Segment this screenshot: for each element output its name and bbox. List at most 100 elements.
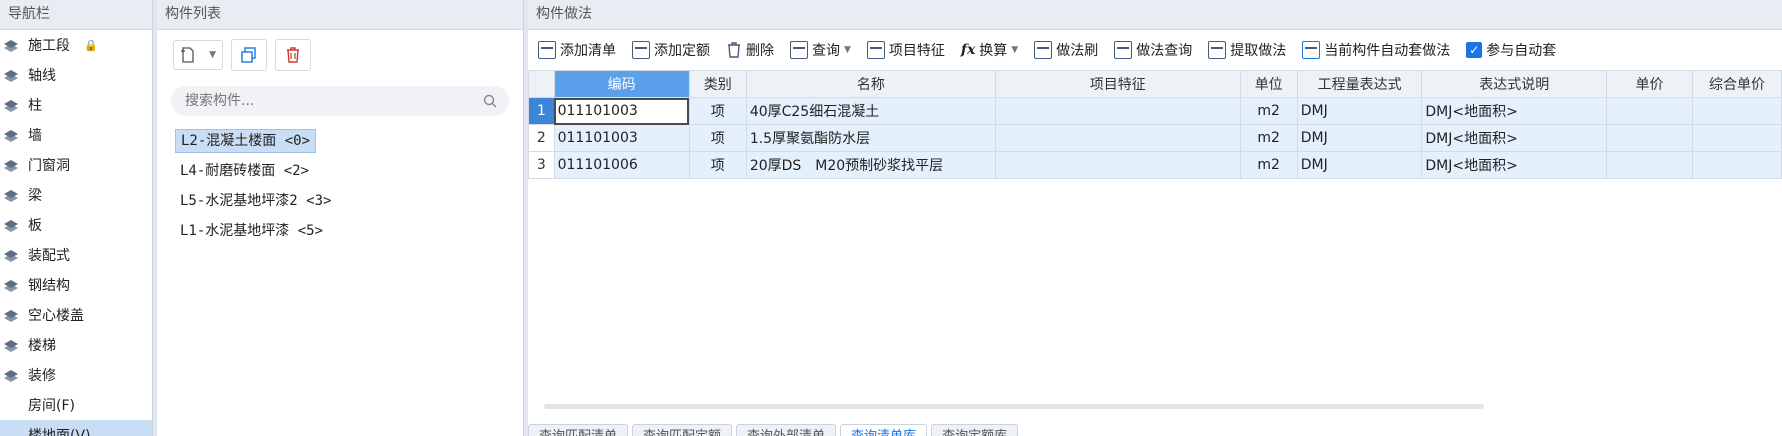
chevron-down-icon[interactable]: ▼ bbox=[209, 50, 216, 60]
chevron-down-icon[interactable]: ▼ bbox=[844, 45, 851, 55]
nav-item[interactable]: 门窗洞 bbox=[0, 150, 152, 180]
nav-item[interactable]: 房间(F) bbox=[0, 390, 152, 420]
nav-item[interactable]: 楼梯 bbox=[0, 330, 152, 360]
checkmark-icon[interactable]: ✓ bbox=[1466, 42, 1483, 58]
search-icon[interactable] bbox=[483, 94, 497, 108]
auto-apply-button[interactable]: 当前构件自动套做法 bbox=[1302, 40, 1450, 60]
component-list-item[interactable]: L1-水泥基地坪漆 <5> bbox=[157, 216, 523, 246]
cell-feature[interactable] bbox=[994, 97, 1241, 125]
cell-name[interactable]: 40厚C25细石混凝土 bbox=[745, 97, 996, 125]
copy-component-button[interactable] bbox=[231, 39, 267, 71]
cell-type[interactable]: 项 bbox=[688, 151, 747, 179]
column-header[interactable]: 项目特征 bbox=[994, 70, 1241, 98]
cell-total[interactable] bbox=[1691, 97, 1782, 125]
cell-type[interactable]: 项 bbox=[688, 124, 747, 152]
row-number[interactable]: 2 bbox=[528, 124, 555, 152]
table-row[interactable]: 1 011101003 项 40厚C25细石混凝土 m2 DMJ DMJ<地面积> bbox=[528, 97, 1782, 125]
column-header[interactable]: 工程量表达式 bbox=[1296, 70, 1423, 98]
hollow-floor-icon bbox=[2, 307, 20, 323]
column-header[interactable]: 表达式说明 bbox=[1421, 70, 1608, 98]
component-list-item[interactable]: L4-耐磨砖楼面 <2> bbox=[157, 156, 523, 186]
nav-item[interactable]: 楼地面(V) bbox=[0, 420, 152, 436]
item-feature-button[interactable]: 项目特征 bbox=[866, 40, 945, 60]
cell-expr[interactable]: DMJ bbox=[1296, 97, 1423, 125]
extract-method-button[interactable]: 提取做法 bbox=[1208, 40, 1286, 60]
add-list-button[interactable]: 添加清单 bbox=[538, 40, 616, 60]
column-header[interactable]: 名称 bbox=[745, 70, 996, 98]
query-button[interactable]: 查询 ▼ bbox=[790, 40, 851, 60]
cell-desc[interactable]: DMJ<地面积> bbox=[1421, 151, 1608, 179]
column-header[interactable]: 编码 bbox=[553, 70, 690, 98]
cell-unit[interactable]: m2 bbox=[1239, 97, 1298, 125]
add-quota-button[interactable]: 添加定额 bbox=[632, 40, 710, 60]
nav-item[interactable]: 柱 bbox=[0, 90, 152, 120]
method-brush-button[interactable]: 做法刷 bbox=[1034, 40, 1098, 60]
row-number[interactable]: 3 bbox=[528, 151, 555, 179]
slab-icon bbox=[2, 217, 20, 233]
nav-item-label: 楼地面(V) bbox=[28, 428, 91, 436]
column-header[interactable]: 类别 bbox=[688, 70, 747, 98]
cell-name[interactable]: 20厚DS M20预制砂浆找平层 bbox=[745, 151, 996, 179]
cell-type[interactable]: 项 bbox=[688, 97, 747, 125]
convert-button[interactable]: fx 换算 ▼ bbox=[961, 40, 1018, 60]
bottom-tab[interactable]: 查询外部清单 bbox=[736, 424, 837, 436]
cell-total[interactable] bbox=[1691, 124, 1782, 152]
cell-total[interactable] bbox=[1691, 151, 1782, 179]
cell-desc[interactable]: DMJ<地面积> bbox=[1421, 124, 1608, 152]
join-auto-checkbox[interactable]: ✓ 参与自动套 bbox=[1466, 40, 1556, 60]
column-header[interactable]: 单位 bbox=[1239, 70, 1298, 98]
nav-item[interactable]: 梁 bbox=[0, 180, 152, 210]
bottom-tab[interactable]: 查询清单库 bbox=[840, 424, 928, 436]
component-search[interactable] bbox=[171, 86, 509, 116]
row-number-header bbox=[528, 70, 555, 98]
bottom-tab[interactable]: 查询匹配定额 bbox=[632, 424, 733, 436]
nav-item-label: 楼梯 bbox=[28, 338, 56, 354]
delete-button[interactable]: 删除 bbox=[726, 40, 774, 60]
nav-item[interactable]: 板 bbox=[0, 210, 152, 240]
table-row[interactable]: 3 011101006 项 20厚DS M20预制砂浆找平层 m2 DMJ DMJ<地面积> bbox=[528, 151, 1782, 179]
bottom-tab[interactable]: 查询匹配清单 bbox=[528, 424, 629, 436]
component-search-input[interactable] bbox=[183, 92, 467, 110]
nav-item[interactable]: 装配式 bbox=[0, 240, 152, 270]
cell-code[interactable]: 011101003 bbox=[553, 97, 690, 125]
column-header[interactable]: 综合单价 bbox=[1691, 70, 1782, 98]
cell-desc[interactable]: DMJ<地面积> bbox=[1421, 97, 1608, 125]
nav-item[interactable]: 轴线 bbox=[0, 60, 152, 90]
nav-item-label: 板 bbox=[28, 218, 42, 234]
cell-price[interactable] bbox=[1606, 97, 1693, 125]
nav-item[interactable]: 墙 bbox=[0, 120, 152, 150]
column-header[interactable]: 单价 bbox=[1606, 70, 1693, 98]
method-table: 编码 类别 名称 项目特征 单位 工程量表达式 表达式说明 单价 综合单价 1 011101003… bbox=[528, 70, 1782, 179]
cell-unit[interactable]: m2 bbox=[1239, 151, 1298, 179]
new-component-button[interactable]: ▼ bbox=[173, 40, 223, 70]
nav-item[interactable]: 钢结构 bbox=[0, 270, 152, 300]
row-number[interactable]: 1 bbox=[528, 97, 555, 125]
cell-name[interactable]: 1.5厚聚氨酯防水层 bbox=[745, 124, 996, 152]
cell-code[interactable]: 011101003 bbox=[553, 124, 690, 152]
cell-feature[interactable] bbox=[994, 124, 1241, 152]
nav-item[interactable]: 装修 bbox=[0, 360, 152, 390]
horizontal-scrollbar[interactable] bbox=[544, 404, 1484, 409]
bottom-tab[interactable]: 查询定额库 bbox=[931, 424, 1019, 436]
chevron-down-icon[interactable]: ▼ bbox=[1011, 45, 1018, 55]
component-label: L4-耐磨砖楼面 <2> bbox=[180, 163, 310, 179]
cell-feature[interactable] bbox=[994, 151, 1241, 179]
method-query-button[interactable]: 做法查询 bbox=[1114, 40, 1192, 60]
cell-expr[interactable]: DMJ bbox=[1296, 151, 1423, 179]
column-icon bbox=[2, 97, 20, 113]
cell-price[interactable] bbox=[1606, 124, 1693, 152]
component-list-item[interactable]: L2-混凝土楼面 <0> bbox=[157, 126, 523, 156]
door-window-icon bbox=[2, 157, 20, 173]
component-label: L1-水泥基地坪漆 <5> bbox=[180, 223, 324, 239]
cell-price[interactable] bbox=[1606, 151, 1693, 179]
nav-item[interactable]: 空心楼盖 bbox=[0, 300, 152, 330]
delete-component-button[interactable] bbox=[275, 39, 311, 71]
cell-unit[interactable]: m2 bbox=[1239, 124, 1298, 152]
component-list-item[interactable]: L5-水泥基地坪漆2 <3> bbox=[157, 186, 523, 216]
component-list-panel: 构件列表 ▼ L2-混凝土楼面 <0> L4-耐磨砖楼面 <2> L5-水泥基地坪漆… bbox=[157, 0, 524, 436]
cell-expr[interactable]: DMJ bbox=[1296, 124, 1423, 152]
table-row[interactable]: 2 011101003 项 1.5厚聚氨酯防水层 m2 DMJ DMJ<地面积> bbox=[528, 124, 1782, 152]
nav-item[interactable]: 施工段 🔒 bbox=[0, 30, 152, 60]
lock-icon[interactable]: 🔒 bbox=[84, 39, 98, 52]
cell-code[interactable]: 011101006 bbox=[553, 151, 690, 179]
